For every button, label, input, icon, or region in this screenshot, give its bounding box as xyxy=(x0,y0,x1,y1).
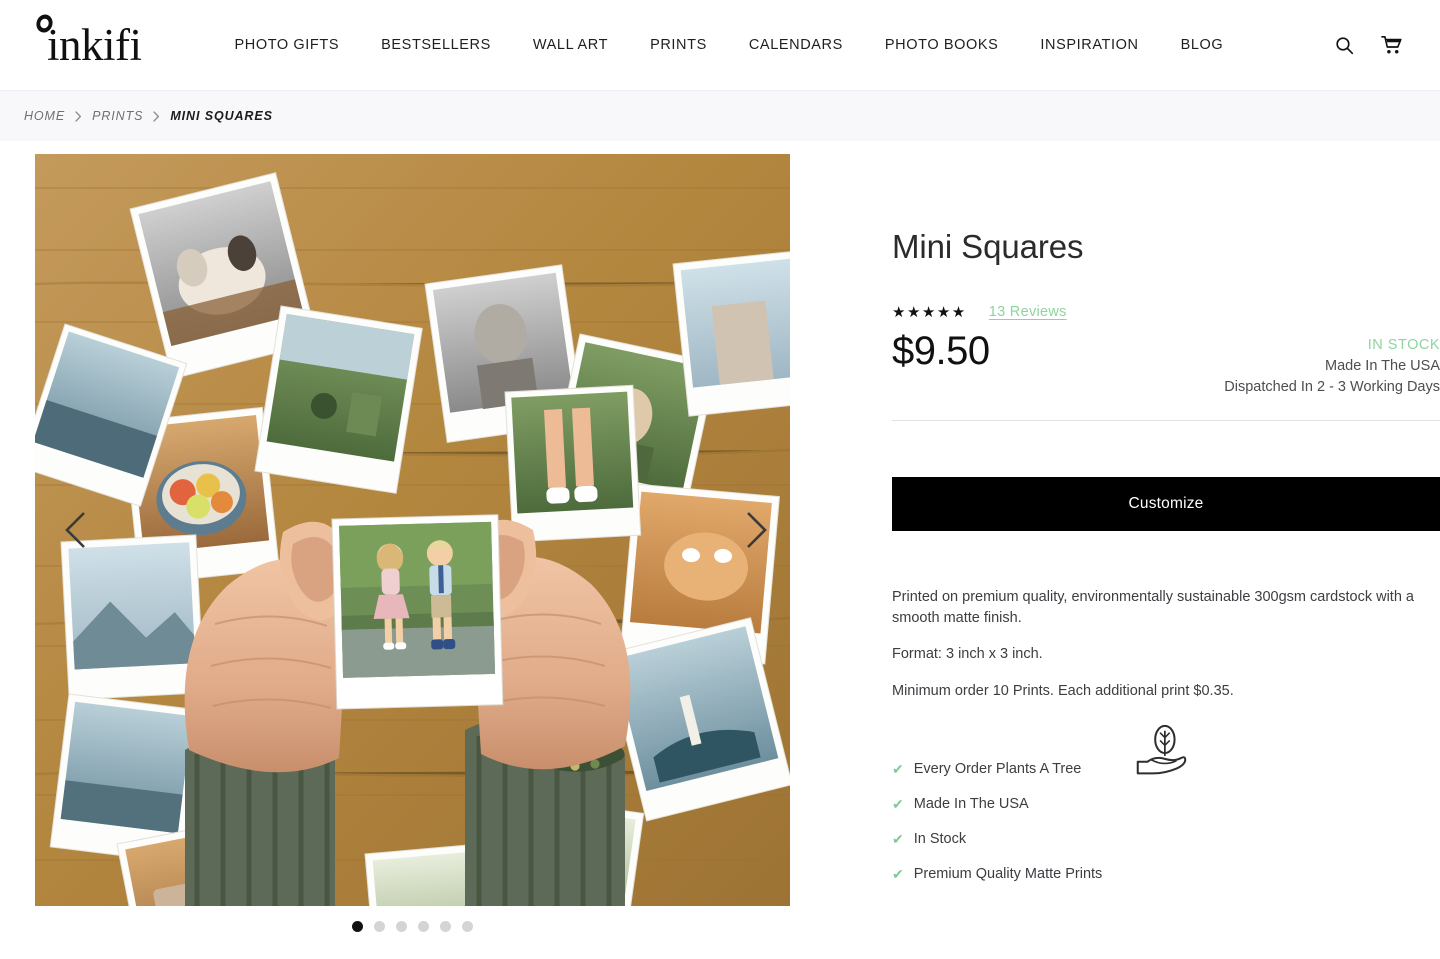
feature-label: Premium Quality Matte Prints xyxy=(913,866,1103,883)
product-page-main: Mini Squares ★★★★★ 13 Reviews $9.50 IN S… xyxy=(0,141,1440,932)
breadcrumb-item-home[interactable]: HOME xyxy=(24,109,65,123)
search-icon[interactable] xyxy=(1330,31,1358,59)
breadcrumb-item-prints[interactable]: PRINTS xyxy=(92,109,143,123)
customize-button[interactable]: Customize xyxy=(892,477,1440,532)
nav-wall-art[interactable]: WALL ART xyxy=(512,29,629,61)
breadcrumb-item-current: MINI SQUARES xyxy=(170,109,273,123)
breadcrumb: HOME PRINTS MINI SQUARES xyxy=(0,90,1440,141)
product-price: $9.50 xyxy=(892,329,990,373)
feature-item: ✔ Premium Quality Matte Prints xyxy=(892,866,1192,882)
primary-nav: PHOTO GIFTS BESTSELLERS WALL ART PRINTS … xyxy=(214,29,1331,61)
product-gallery xyxy=(35,154,825,932)
gallery-dot-1[interactable] xyxy=(352,921,363,932)
feature-label: Every Order Plants A Tree xyxy=(913,761,1082,778)
reviews-link[interactable]: 13 Reviews xyxy=(989,304,1067,320)
stock-info: IN STOCK Made In The USA Dispatched In 2… xyxy=(1224,330,1440,398)
gallery-hero-image[interactable] xyxy=(35,154,790,906)
nav-photo-gifts[interactable]: PHOTO GIFTS xyxy=(214,29,361,61)
gallery-dot-2[interactable] xyxy=(374,921,385,932)
check-icon: ✔ xyxy=(892,796,904,813)
site-logo[interactable]: inkifi xyxy=(34,10,142,68)
hero-illustration xyxy=(35,154,790,906)
feature-list: ✔ Every Order Plants A Tree ✔ Made In Th… xyxy=(892,761,1192,882)
header-actions xyxy=(1330,31,1416,59)
chevron-left-icon xyxy=(65,512,85,548)
gallery-dot-5[interactable] xyxy=(440,921,451,932)
check-icon: ✔ xyxy=(892,831,904,848)
origin-text: Made In The USA xyxy=(1325,358,1440,375)
nav-prints[interactable]: PRINTS xyxy=(629,29,728,61)
nav-blog[interactable]: BLOG xyxy=(1160,29,1245,61)
nav-photo-books[interactable]: PHOTO BOOKS xyxy=(864,29,1020,61)
gallery-dot-4[interactable] xyxy=(418,921,429,932)
gallery-dot-3[interactable] xyxy=(396,921,407,932)
gallery-next-button[interactable] xyxy=(735,509,777,551)
check-icon: ✔ xyxy=(892,866,904,883)
chevron-right-icon xyxy=(75,110,82,122)
nav-bestsellers[interactable]: BESTSELLERS xyxy=(360,29,512,61)
check-icon: ✔ xyxy=(892,761,904,778)
nav-calendars[interactable]: CALENDARS xyxy=(728,29,864,61)
features-wrapper: ✔ Every Order Plants A Tree ✔ Made In Th… xyxy=(892,725,1192,882)
page-title: Mini Squares xyxy=(892,228,1084,265)
product-description: Printed on premium quality, environmenta… xyxy=(892,587,1440,701)
feature-item: ✔ Every Order Plants A Tree xyxy=(892,761,1192,777)
nav-inspiration[interactable]: INSPIRATION xyxy=(1019,29,1159,61)
star-rating-icon: ★★★★★ xyxy=(892,303,967,321)
description-line-2: Format: 3 inch x 3 inch. xyxy=(892,646,1043,663)
gallery-prev-button[interactable] xyxy=(55,509,97,551)
chevron-right-icon xyxy=(153,110,160,122)
feature-item: ✔ Made In The USA xyxy=(892,796,1192,812)
shopping-cart-icon[interactable] xyxy=(1378,31,1406,59)
description-line-1: Printed on premium quality, environmenta… xyxy=(892,589,1414,626)
dispatch-text: Dispatched In 2 - 3 Working Days xyxy=(1224,379,1440,396)
product-info-panel: Mini Squares ★★★★★ 13 Reviews $9.50 IN S… xyxy=(892,154,1440,901)
gallery-dot-6[interactable] xyxy=(462,921,473,932)
rating-row: ★★★★★ 13 Reviews xyxy=(892,304,1440,320)
price-row: $9.50 IN STOCK Made In The USA Dispatche… xyxy=(892,329,1440,422)
feature-item: ✔ In Stock xyxy=(892,831,1192,847)
site-header: inkifi PHOTO GIFTS BESTSELLERS WALL ART … xyxy=(0,0,1440,90)
description-line-3: Minimum order 10 Prints. Each additional… xyxy=(892,682,1234,699)
chevron-right-icon xyxy=(747,512,767,548)
status-badge: IN STOCK xyxy=(1367,337,1440,353)
gallery-dots xyxy=(35,921,790,932)
feature-label: In Stock xyxy=(913,831,967,848)
feature-label: Made In The USA xyxy=(913,796,1029,813)
